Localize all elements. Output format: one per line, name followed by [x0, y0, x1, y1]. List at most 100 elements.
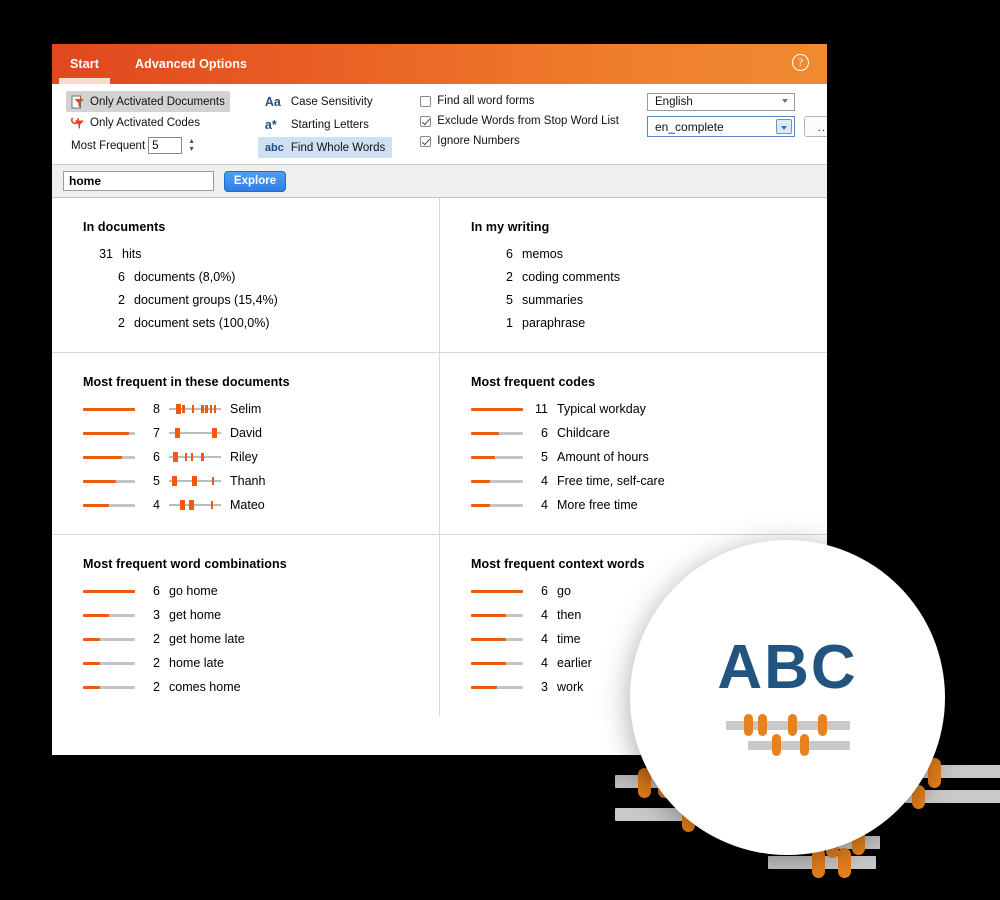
frequency-bar	[83, 589, 135, 593]
item-label: More free time	[557, 498, 638, 512]
most-frequent-stepper[interactable]: ▲ ▼	[188, 138, 195, 153]
item-count: 4	[541, 608, 548, 622]
item-label: David	[230, 426, 262, 440]
ribbon-group-selects: English en_complete ...	[633, 91, 827, 163]
item-label: Riley	[230, 450, 258, 464]
list-item: 1 paraphrase	[471, 316, 827, 330]
distribution-mark	[211, 428, 217, 438]
panel-title: In documents	[83, 220, 166, 234]
tool-label: Find Whole Words	[290, 141, 386, 154]
item-label: work	[557, 680, 584, 694]
list-item[interactable]: 7 David	[83, 426, 439, 440]
list-item: 6 documents (8,0%)	[83, 270, 439, 284]
language-select[interactable]: English	[647, 93, 795, 111]
distribution-mark	[176, 404, 182, 414]
item-count: 8	[153, 402, 160, 416]
ribbon-group-tools: Aa Case Sensitivity a* Starting Letters …	[244, 91, 406, 163]
chevron-down-icon[interactable]	[776, 119, 792, 134]
item-label: comes home	[169, 680, 241, 694]
checkbox-icon	[420, 135, 432, 147]
distribution-mark	[213, 405, 217, 413]
distribution-mark	[190, 453, 194, 461]
item-count: 2	[118, 316, 125, 330]
item-label: go	[557, 584, 571, 598]
results-row-1: In documents 31 hits 6 documents (8,0%) 2 doc…	[52, 198, 827, 353]
panel-title: In my writing	[471, 220, 550, 234]
filter-only-activated-codes[interactable]: Only Activated Codes	[66, 112, 230, 133]
list-item[interactable]: 2 home late	[83, 656, 439, 670]
search-input[interactable]	[63, 171, 214, 191]
list-item[interactable]: 6 go home	[83, 584, 439, 598]
item-count: 6	[153, 584, 160, 598]
checkbox-exclude-stop-words[interactable]: Exclude Words from Stop Word List	[420, 111, 619, 131]
distribution-mark	[173, 452, 179, 462]
logo-tick	[757, 713, 767, 736]
item-label: hits	[122, 247, 142, 261]
item-label: Mateo	[230, 498, 265, 512]
frequency-bar-fill	[83, 431, 129, 435]
list-item[interactable]: 4 Mateo	[83, 498, 439, 512]
item-count: 6	[118, 270, 125, 284]
tool-find-whole-words[interactable]: abc Find Whole Words	[257, 137, 393, 158]
item-label: earlier	[557, 656, 592, 670]
most-frequent-documents-list: 8 Selim 7 David 6 Riley 5 Thanh 4 Mateo	[83, 402, 439, 512]
filter-only-activated-documents[interactable]: Only Activated Documents	[66, 91, 230, 112]
item-count: 4	[541, 632, 548, 646]
language-row: English	[647, 93, 827, 111]
frequency-bar	[471, 407, 523, 411]
tab-advanced-options[interactable]: Advanced Options	[117, 44, 265, 84]
list-item[interactable]: 3 get home	[83, 608, 439, 622]
list-item[interactable]: 11 Typical workday	[471, 402, 827, 416]
help-icon[interactable]: ?	[792, 54, 809, 71]
list-item[interactable]: 6 Riley	[83, 450, 439, 464]
distribution-mark	[210, 501, 214, 509]
logo-tick	[743, 713, 753, 736]
panel-most-frequent-codes: Most frequent codes 11 Typical workday 6 Ch…	[440, 353, 827, 534]
distribution-strip	[169, 476, 221, 486]
list-item[interactable]: 4 Free time, self-care	[471, 474, 827, 488]
find-whole-words-icon: abc	[264, 141, 284, 154]
item-label: Selim	[230, 402, 262, 416]
frequency-bar	[471, 503, 523, 507]
list-item[interactable]: 6 Childcare	[471, 426, 827, 440]
item-label: Free time, self-care	[557, 474, 665, 488]
list-item[interactable]: 2 get home late	[83, 632, 439, 646]
item-label: documents (8,0%)	[134, 270, 236, 284]
frequency-bar-fill	[83, 589, 135, 593]
distribution-strip	[169, 428, 221, 438]
explore-button[interactable]: Explore	[224, 170, 286, 192]
item-label: Thanh	[230, 474, 266, 488]
checkbox-ignore-numbers[interactable]: Ignore Numbers	[420, 131, 619, 151]
stopword-list-select[interactable]: en_complete	[647, 116, 795, 137]
filter-label: Only Activated Codes	[90, 116, 200, 129]
item-count: 6	[153, 450, 160, 464]
distribution-mark	[182, 405, 185, 413]
tab-start[interactable]: Start	[52, 44, 117, 84]
panel-in-my-writing: In my writing 6 memos 2 coding comments 5 sum…	[440, 198, 827, 352]
stopword-list-more-button[interactable]: ...	[804, 116, 827, 137]
panel-most-frequent-documents: Most frequent in these documents 8 Selim 7…	[52, 353, 440, 534]
list-item[interactable]: 5 Amount of hours	[471, 450, 827, 464]
chevron-down-icon	[782, 99, 788, 103]
magnifier-circle: ABC	[630, 540, 945, 855]
list-item[interactable]: 4 More free time	[471, 498, 827, 512]
tool-case-sensitivity[interactable]: Aa Case Sensitivity	[258, 91, 392, 112]
language-select-value: English	[655, 96, 693, 108]
item-count: 5	[153, 474, 160, 488]
most-frequent-input[interactable]	[148, 137, 183, 154]
screenshot-stage: Start Advanced Options ? Only Activated …	[0, 0, 1000, 900]
frequency-bar-fill	[471, 431, 500, 435]
distribution-mark	[191, 476, 197, 486]
list-item[interactable]: 2 comes home	[83, 680, 439, 694]
frequency-bar-fill	[83, 637, 101, 641]
list-item[interactable]: 5 Thanh	[83, 474, 439, 488]
checkbox-find-all-word-forms[interactable]: Find all word forms	[420, 91, 619, 111]
logo-bar	[747, 740, 850, 750]
distribution-mark	[211, 477, 215, 485]
tool-starting-letters[interactable]: a* Starting Letters	[258, 114, 392, 135]
item-count: 31	[99, 247, 113, 261]
list-item[interactable]: 8 Selim	[83, 402, 439, 416]
item-count: 4	[541, 498, 548, 512]
filter-label: Only Activated Documents	[90, 95, 225, 108]
most-frequent-label: Most Frequent	[71, 139, 146, 152]
